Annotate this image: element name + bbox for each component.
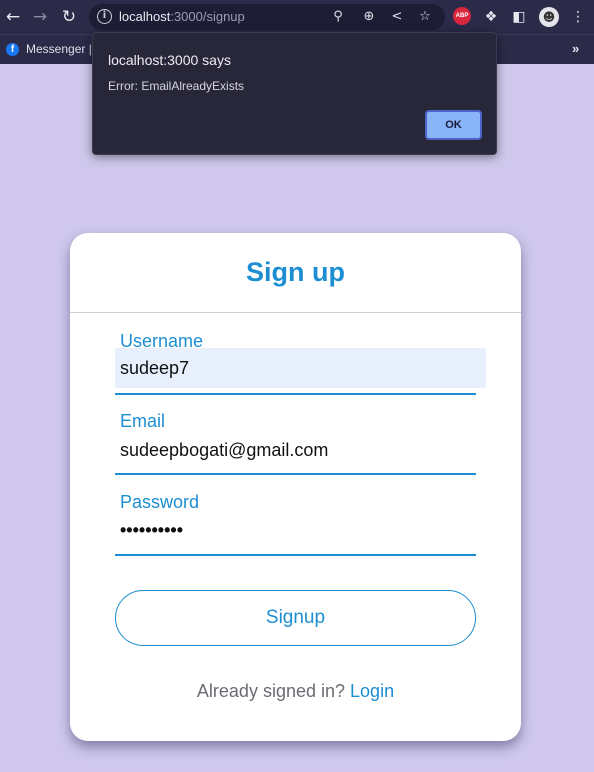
alert-dialog: localhost:3000 says Error: EmailAlreadyE… (92, 32, 497, 155)
url-host: localhost (119, 9, 171, 24)
address-bar[interactable]: i localhost:3000/signup ⚲ ⊕ < ☆ (89, 4, 445, 30)
star-icon[interactable]: ☆ (416, 8, 434, 26)
bookmark-messenger[interactable]: Messenger | (26, 42, 92, 56)
page-title: Sign up (246, 257, 345, 287)
email-field[interactable]: sudeepbogati@gmail.com (115, 430, 476, 470)
key-icon[interactable]: ⚲ (329, 8, 347, 26)
alert-ok-button[interactable]: OK (425, 110, 482, 140)
bookmarks-overflow-icon[interactable]: » (572, 41, 579, 56)
sidepanel-icon[interactable]: ◧ (509, 7, 529, 27)
title-divider (70, 312, 521, 313)
share-icon[interactable]: < (388, 8, 406, 26)
password-underline (115, 554, 476, 556)
signup-button[interactable]: Signup (115, 590, 476, 646)
menu-kebab-icon[interactable]: ⋮ (568, 7, 588, 27)
login-link[interactable]: Login (350, 681, 394, 701)
email-underline (115, 473, 476, 475)
login-prompt-text: Already signed in? (196, 681, 346, 701)
facebook-icon[interactable]: f (6, 43, 19, 56)
email-label: Email (120, 411, 166, 431)
username-underline (115, 393, 476, 395)
login-prompt: Already signed in? Login (70, 681, 521, 702)
zoom-icon[interactable]: ⊕ (360, 8, 378, 26)
extensions-puzzle-icon[interactable]: ❖ (481, 7, 501, 27)
reload-icon[interactable]: ↻ (58, 6, 80, 28)
profile-avatar-icon[interactable]: ☻ (539, 7, 559, 27)
alert-message: Error: EmailAlreadyExists (108, 79, 245, 93)
forward-arrow-icon[interactable]: → (29, 6, 51, 28)
adblock-icon[interactable]: ABP (453, 7, 473, 27)
info-icon[interactable]: i (97, 9, 112, 24)
signup-card: Sign up Username sudeep7 Email sudeepbog… (70, 233, 521, 741)
url-text[interactable]: localhost:3000/signup (119, 9, 245, 24)
browser-toolbar: ← → ↻ i localhost:3000/signup ⚲ ⊕ < ☆ AB… (0, 0, 594, 34)
username-field[interactable]: sudeep7 (115, 348, 486, 388)
password-field[interactable]: •••••••••• (115, 510, 476, 550)
url-path: :3000/signup (170, 9, 245, 24)
alert-title: localhost:3000 says (108, 52, 231, 68)
back-arrow-icon[interactable]: ← (2, 6, 24, 28)
